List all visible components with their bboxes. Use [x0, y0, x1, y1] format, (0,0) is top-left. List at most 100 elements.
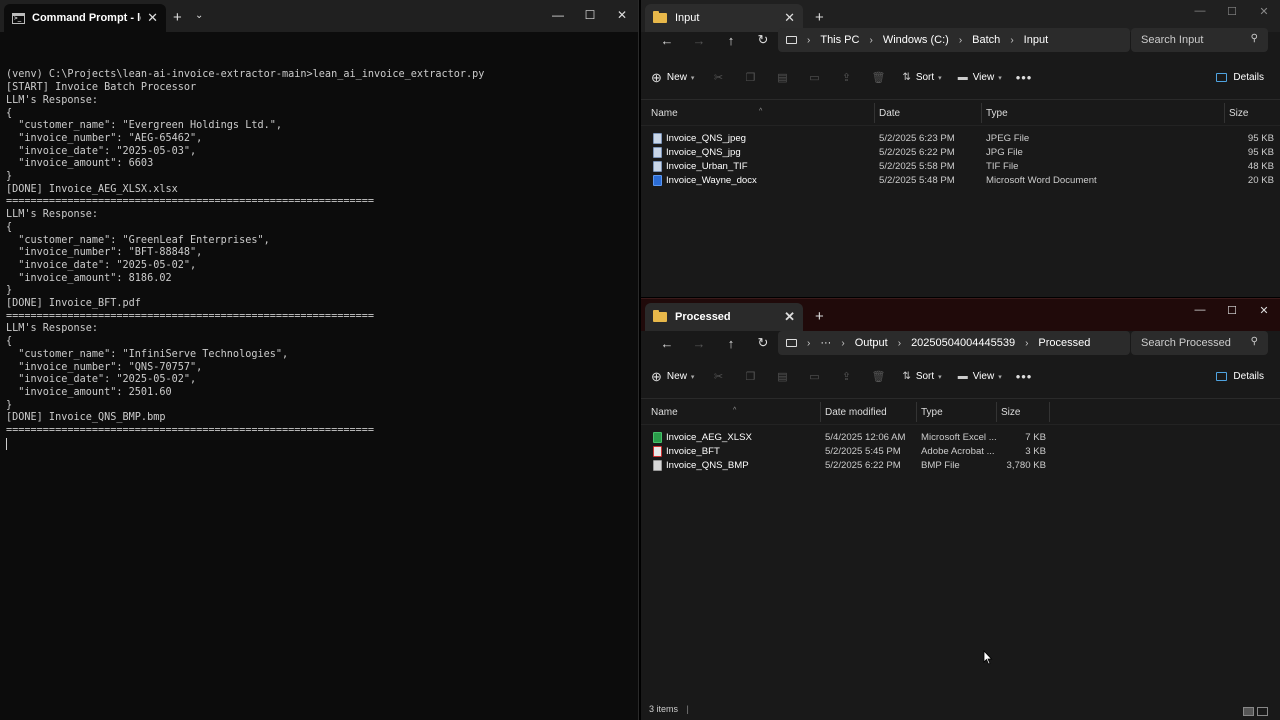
- processed-address-bar[interactable]: › ··· › Output › 20250504004445539 › Pro…: [778, 331, 1130, 355]
- view-icon: ▬: [957, 72, 968, 83]
- paste-icon[interactable]: ▤: [766, 71, 798, 84]
- rename-icon[interactable]: ▭: [798, 71, 830, 84]
- input-close-button[interactable]: ✕: [1248, 5, 1280, 18]
- plus-circle-icon: ⊕: [651, 69, 662, 85]
- paste-icon[interactable]: ▤: [766, 370, 798, 383]
- processed-more-options-button[interactable]: •••: [1016, 369, 1033, 384]
- terminal-line: "customer_name": "Evergreen Holdings Ltd…: [6, 120, 283, 132]
- forward-arrow-icon[interactable]: →: [683, 33, 715, 48]
- breadcrumb-input[interactable]: Input: [1024, 34, 1048, 46]
- breadcrumb-processed[interactable]: Processed: [1038, 337, 1090, 349]
- breadcrumb-batch[interactable]: Batch: [972, 34, 1000, 46]
- input-minimize-button[interactable]: —: [1184, 5, 1216, 17]
- refresh-icon[interactable]: ↻: [747, 32, 779, 48]
- processed-new-tab-button[interactable]: +: [815, 308, 824, 325]
- terminal-output[interactable]: (venv) C:\Projects\lean-ai-invoice-extra…: [0, 32, 638, 464]
- input-details-button[interactable]: Details: [1216, 72, 1264, 83]
- back-arrow-icon[interactable]: ←: [651, 33, 683, 48]
- breadcrumb-windows-c[interactable]: Windows (C:): [883, 34, 949, 46]
- file-name: Invoice_Urban_TIF: [666, 161, 748, 172]
- input-new-button[interactable]: ⊕ New ▾: [651, 70, 694, 86]
- processed-search-box[interactable]: Search Processed ⚲: [1131, 331, 1268, 355]
- input-maximize-button[interactable]: ☐: [1216, 5, 1248, 18]
- terminal-tab[interactable]: >_ Command Prompt - lean_ ✕: [4, 4, 166, 32]
- cut-icon[interactable]: ✂: [702, 370, 734, 383]
- input-more-options-button[interactable]: •••: [1016, 70, 1033, 85]
- sort-indicator-icon: ^: [733, 407, 737, 414]
- processed-close-button[interactable]: ✕: [1248, 304, 1280, 317]
- processed-new-button[interactable]: ⊕ New ▾: [651, 369, 694, 385]
- share-icon[interactable]: ⇪: [830, 370, 862, 383]
- input-search-box[interactable]: Search Input ⚲: [1131, 28, 1268, 52]
- forward-arrow-icon[interactable]: →: [683, 336, 715, 351]
- details-view-icon[interactable]: [1243, 707, 1254, 716]
- back-arrow-icon[interactable]: ←: [651, 336, 683, 351]
- input-new-tab-button[interactable]: +: [815, 9, 824, 26]
- processed-command-bar: ⊕ New ▾ ✂ ❐ ▤ ▭ ⇪ 🗑 ⇅ Sort ▾ ▬ View ▾ ••• D…: [641, 355, 1280, 399]
- up-arrow-icon[interactable]: ↑: [715, 33, 747, 48]
- terminal-line: {: [6, 107, 13, 119]
- breadcrumb-overflow-icon[interactable]: ···: [820, 337, 831, 349]
- input-view-button[interactable]: ▬ View ▾: [958, 72, 1002, 83]
- processed-details-button[interactable]: Details: [1216, 371, 1264, 382]
- processed-sort-button[interactable]: ⇅ Sort ▾: [902, 371, 941, 382]
- file-name: Invoice_QNS_jpeg: [666, 133, 746, 144]
- terminal-new-tab-button[interactable]: +: [173, 9, 182, 26]
- input-sort-button[interactable]: ⇅ Sort ▾: [902, 72, 941, 83]
- plus-circle-icon: ⊕: [651, 368, 662, 384]
- cut-icon[interactable]: ✂: [702, 71, 734, 84]
- input-command-bar: ⊕ New ▾ ✂ ❐ ▤ ▭ ⇪ 🗑 ⇅ Sort ▾ ▬ View ▾ ••• D…: [641, 56, 1280, 100]
- terminal-maximize-button[interactable]: ☐: [574, 8, 606, 22]
- file-size: 95 KB: [1247, 133, 1274, 144]
- file-row[interactable]: Invoice_QNS_jpeg 5/2/2025 6:23 PM JPEG Fil…: [641, 132, 1280, 146]
- file-size: 48 KB: [1247, 161, 1274, 172]
- terminal-line: "invoice_date": "2025-05-03",: [6, 145, 197, 157]
- search-icon: ⚲: [1250, 33, 1258, 44]
- share-icon[interactable]: ⇪: [830, 71, 862, 84]
- column-size[interactable]: Size: [1229, 108, 1248, 119]
- file-row[interactable]: Invoice_QNS_BMP 5/2/2025 6:22 PM BMP File 3…: [641, 459, 1280, 473]
- file-row[interactable]: Invoice_QNS_jpg 5/2/2025 6:22 PM JPG File 9…: [641, 146, 1280, 160]
- processed-tab-close-icon[interactable]: ✕: [784, 309, 795, 325]
- copy-icon[interactable]: ❐: [734, 370, 766, 383]
- column-type[interactable]: Type: [986, 108, 1008, 119]
- breadcrumb-timestamp-folder[interactable]: 20250504004445539: [911, 337, 1015, 349]
- breadcrumb-output[interactable]: Output: [855, 337, 888, 349]
- column-name[interactable]: Name: [651, 407, 678, 418]
- rename-icon[interactable]: ▭: [798, 370, 830, 383]
- column-size[interactable]: Size: [1001, 407, 1020, 418]
- delete-icon[interactable]: 🗑: [862, 71, 894, 84]
- terminal-dropdown-icon[interactable]: ⌄: [195, 10, 203, 21]
- input-tab-close-icon[interactable]: ✕: [784, 10, 795, 26]
- terminal-tab-close-icon[interactable]: ✕: [147, 10, 158, 26]
- input-window-controls: — ☐ ✕: [1184, 0, 1280, 22]
- copy-icon[interactable]: ❐: [734, 71, 766, 84]
- refresh-icon[interactable]: ↻: [747, 335, 779, 351]
- processed-minimize-button[interactable]: —: [1184, 304, 1216, 316]
- terminal-minimize-button[interactable]: —: [542, 8, 574, 22]
- sort-icon: ⇅: [902, 72, 911, 83]
- terminal-close-button[interactable]: ✕: [606, 8, 638, 22]
- file-row[interactable]: Invoice_Wayne_docx 5/2/2025 5:48 PM Micros…: [641, 174, 1280, 188]
- up-arrow-icon[interactable]: ↑: [715, 336, 747, 351]
- processed-column-headers: ^ Name Date modified Type Size: [641, 399, 1280, 425]
- file-type: Adobe Acrobat ...: [921, 446, 995, 457]
- column-type[interactable]: Type: [921, 407, 943, 418]
- tiles-view-icon[interactable]: [1257, 707, 1268, 716]
- column-date[interactable]: Date: [879, 108, 900, 119]
- processed-tab[interactable]: Processed ✕: [645, 303, 803, 331]
- file-row[interactable]: Invoice_AEG_XLSX 5/4/2025 12:06 AM Microso…: [641, 431, 1280, 445]
- file-row[interactable]: Invoice_BFT 5/2/2025 5:45 PM Adobe Acrobat…: [641, 445, 1280, 459]
- input-address-bar[interactable]: › This PC › Windows (C:) › Batch › Input: [778, 28, 1130, 52]
- terminal-cursor: [6, 437, 7, 450]
- column-date-modified[interactable]: Date modified: [825, 407, 887, 418]
- processed-view-button[interactable]: ▬ View ▾: [958, 371, 1002, 382]
- column-name[interactable]: Name: [651, 108, 678, 119]
- delete-icon[interactable]: 🗑: [862, 370, 894, 383]
- sort-icon: ⇅: [902, 371, 911, 382]
- breadcrumb-this-pc[interactable]: This PC: [820, 34, 859, 46]
- processed-maximize-button[interactable]: ☐: [1216, 304, 1248, 317]
- command-prompt-window: >_ Command Prompt - lean_ ✕ + ⌄ — ☐ ✕ (v…: [0, 0, 639, 720]
- terminal-tab-bar: >_ Command Prompt - lean_ ✕ + ⌄ — ☐ ✕: [0, 0, 638, 32]
- file-row[interactable]: Invoice_Urban_TIF 5/2/2025 5:58 PM TIF Fil…: [641, 160, 1280, 174]
